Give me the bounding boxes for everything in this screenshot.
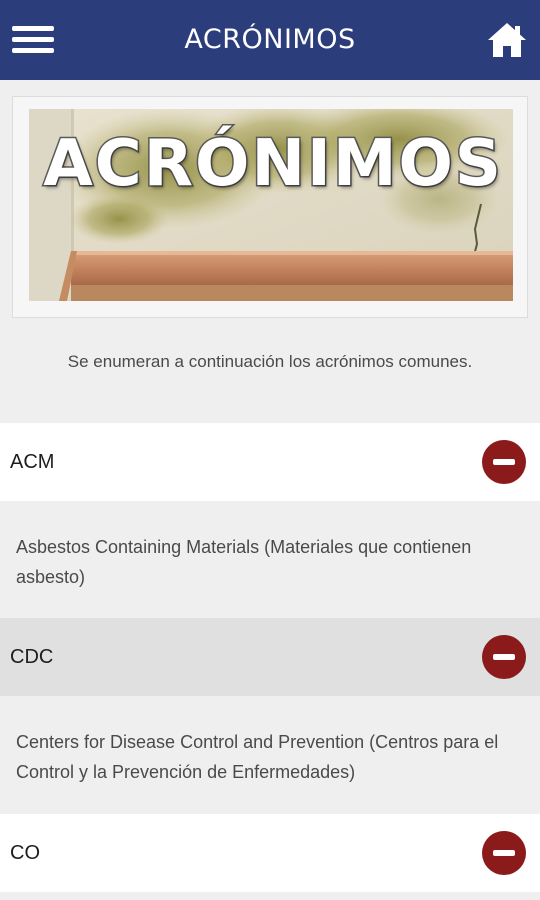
minus-circle-icon[interactable] <box>482 440 526 484</box>
minus-circle-icon[interactable] <box>482 635 526 679</box>
banner-image: ACRÓNIMOS <box>29 109 513 301</box>
home-icon <box>488 23 526 57</box>
page-title: ACRÓNIMOS <box>184 24 356 55</box>
acronym-row-cdc[interactable]: CDC <box>0 618 540 696</box>
app-bar: ACRÓNIMOS <box>0 0 540 80</box>
home-button[interactable] <box>486 20 528 60</box>
acronym-description: Centers for Disease Control and Preventi… <box>16 732 499 782</box>
intro-text: Se enumeran a continuación los acrónimos… <box>67 352 473 371</box>
acronym-description: Asbestos Containing Materials (Materiale… <box>16 537 472 587</box>
banner-frame: ACRÓNIMOS <box>12 96 528 318</box>
acronym-label: CDC <box>10 646 54 668</box>
minus-circle-icon[interactable] <box>482 831 526 875</box>
acronym-row-co[interactable]: CO <box>0 814 540 892</box>
acronym-label: CO <box>10 842 40 864</box>
acronym-label: ACM <box>10 451 55 473</box>
banner-title: ACRÓNIMOS <box>42 126 503 203</box>
acronym-row-acm[interactable]: ACM <box>0 423 540 501</box>
